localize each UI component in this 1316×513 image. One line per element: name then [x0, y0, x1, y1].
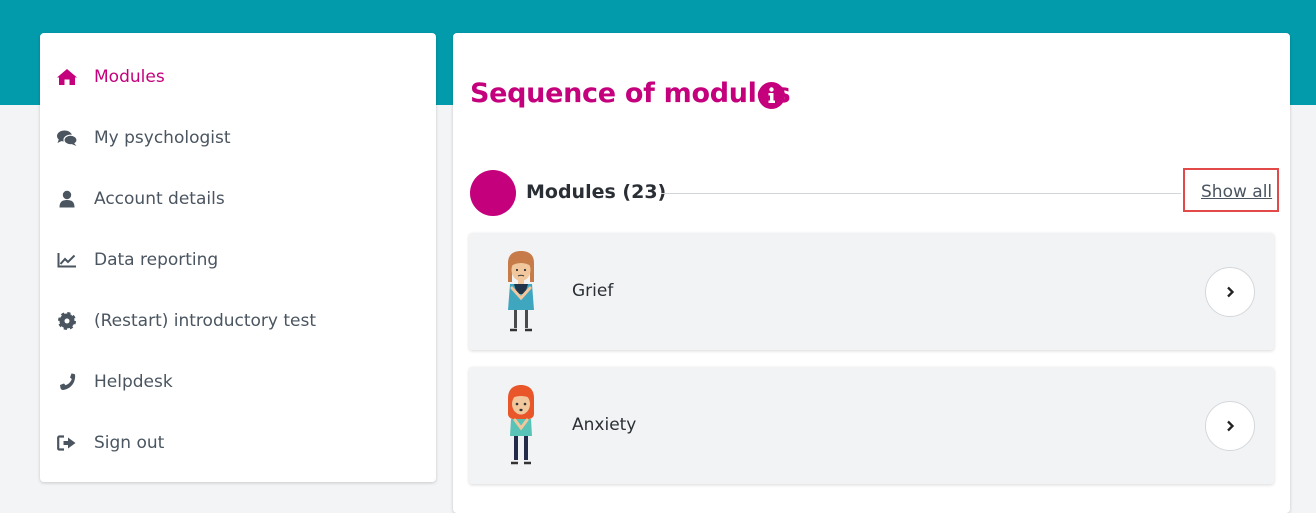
sidebar-item-account-details[interactable]: Account details	[40, 179, 436, 219]
line-chart-icon	[56, 250, 78, 270]
phone-icon	[56, 372, 78, 392]
sidebar-item-label: Data reporting	[94, 250, 219, 270]
show-all-link[interactable]: Show all	[1201, 182, 1272, 202]
sidebar-item-helpdesk[interactable]: Helpdesk	[40, 362, 436, 402]
module-name: Anxiety	[572, 415, 637, 435]
sidebar-item-label: Modules	[94, 67, 165, 87]
sidebar-item-data-reporting[interactable]: Data reporting	[40, 240, 436, 280]
chevron-right-icon	[1225, 417, 1235, 436]
sidebar-item-label: My psychologist	[94, 128, 231, 148]
open-module-button[interactable]	[1205, 267, 1255, 317]
module-card-grief[interactable]: Grief	[469, 233, 1274, 350]
divider	[661, 193, 1181, 194]
person-illustration	[499, 250, 543, 332]
info-icon[interactable]	[757, 81, 786, 110]
sidebar-item-modules[interactable]: Modules	[40, 57, 436, 97]
sidebar-item-restart-introductory-test[interactable]: (Restart) introductory test	[40, 301, 436, 341]
user-icon	[56, 189, 78, 209]
person-illustration	[499, 384, 543, 466]
sidebar-item-label: Account details	[94, 189, 225, 209]
page-title: Sequence of modules	[470, 78, 791, 109]
sidebar: Modules My psychologist Account details …	[40, 33, 436, 482]
sidebar-item-sign-out[interactable]: Sign out	[40, 423, 436, 463]
section-title: Modules (23)	[526, 181, 667, 203]
chevron-right-icon	[1225, 283, 1235, 302]
sign-out-icon	[56, 433, 78, 453]
chat-icon	[56, 128, 78, 148]
home-icon	[56, 67, 78, 87]
module-card-anxiety[interactable]: Anxiety	[469, 367, 1274, 484]
sidebar-item-label: Helpdesk	[94, 372, 173, 392]
open-module-button[interactable]	[1205, 401, 1255, 451]
section-icon	[470, 170, 516, 216]
sidebar-item-my-psychologist[interactable]: My psychologist	[40, 118, 436, 158]
module-name: Grief	[572, 281, 614, 301]
main-panel: Sequence of modules Modules (23) Show al…	[453, 33, 1290, 513]
sidebar-item-label: Sign out	[94, 433, 165, 453]
sidebar-item-label: (Restart) introductory test	[94, 311, 317, 331]
gear-icon	[56, 311, 78, 331]
